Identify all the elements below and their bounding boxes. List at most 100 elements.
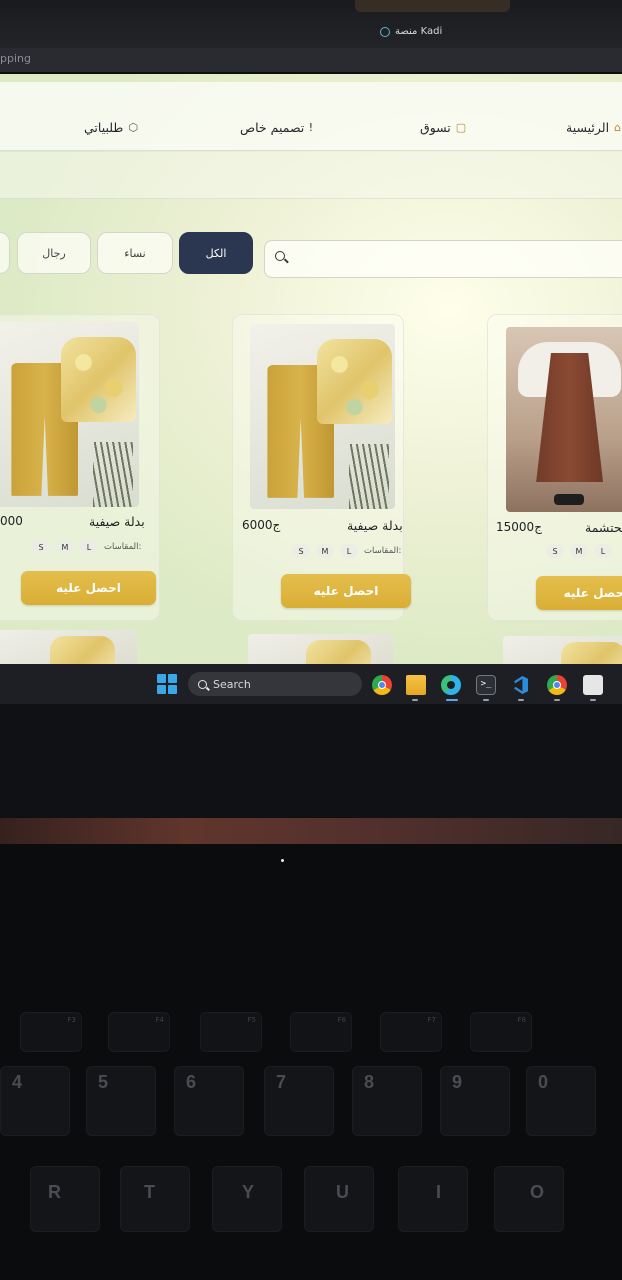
nav-home[interactable]: الرئيسية ⌂ [566,120,621,135]
product-name: محتشمة [585,520,622,535]
laptop-bezel [0,704,622,818]
size-chip-s[interactable]: S [32,540,50,554]
get-it-button[interactable]: احصل عليه [281,574,411,608]
key-o[interactable]: O [494,1166,564,1232]
edge-icon[interactable] [441,675,461,695]
key-f8[interactable]: F8 [470,1012,532,1052]
product-name: بدلة صيفية [89,514,145,529]
key-u[interactable]: U [304,1166,374,1232]
running-indicator [483,699,489,701]
taskbar-search-label: Search [213,677,251,691]
product-price: 6000ج [242,518,281,532]
filter-women[interactable]: نساء [97,232,173,274]
key-f3[interactable]: F3 [20,1012,82,1052]
product-name: بدلة صيفية [347,518,403,533]
nav-my-orders[interactable]: طلبياتي ⬡ [84,120,138,135]
size-options: S M L المقاسات: [32,540,141,554]
terminal-icon[interactable]: >_ [476,675,496,695]
shopping-bag-icon: ▢ [455,121,467,134]
size-chip-s[interactable]: S [546,544,564,558]
get-it-label: احصل عليه [313,584,379,598]
box-icon: ⬡ [128,121,138,134]
key-7[interactable]: 7 [264,1066,334,1136]
size-options: S M L المقاسات: [292,544,401,558]
active-indicator [446,699,458,701]
product-image-partial[interactable] [0,630,137,664]
window-title-text: منصة Kadi [395,26,443,37]
address-bar-text: pping [0,52,31,65]
sizes-label: المقاسات: [104,542,142,552]
size-chip-l[interactable]: L [594,544,612,558]
filter-all[interactable]: الكل [179,232,253,274]
key-4[interactable]: 4 [0,1066,70,1136]
product-image[interactable] [250,324,395,509]
react-logo-icon [380,26,390,37]
product-price: 000 [0,514,23,528]
camera-light [281,859,284,862]
filter-extra[interactable] [0,232,10,274]
product-price: 15000ج [496,520,542,534]
laptop-hinge-reflection [0,818,622,844]
running-indicator [518,699,524,701]
search-input[interactable] [264,240,622,278]
get-it-button[interactable]: احصل عليه [536,576,622,610]
get-it-label: احصل عليه [56,581,121,595]
address-bar[interactable]: pping [0,48,622,72]
tab-strip-hint [355,0,510,12]
key-i[interactable]: I [398,1166,468,1232]
vscode-icon[interactable] [511,675,531,695]
chrome-profile-icon[interactable] [547,675,567,695]
size-chip-m[interactable]: M [56,540,74,554]
key-6[interactable]: 6 [174,1066,244,1136]
product-image-partial[interactable] [248,634,393,664]
window-title: منصة Kadi [380,26,442,37]
size-chip-l[interactable]: L [340,544,358,558]
windows-start-icon[interactable] [157,674,177,694]
key-f6[interactable]: F6 [290,1012,352,1052]
filter-men[interactable]: رجال [17,232,91,274]
key-f7[interactable]: F7 [380,1012,442,1052]
size-chip-m[interactable]: M [316,544,334,558]
product-image[interactable] [506,327,622,512]
key-0[interactable]: 0 [526,1066,596,1136]
nav-shop[interactable]: تسوق ▢ [420,120,466,135]
size-chip-l[interactable]: L [80,540,98,554]
file-explorer-icon[interactable] [406,675,426,695]
running-indicator [412,699,418,701]
home-icon: ⌂ [614,121,622,134]
product-image[interactable] [0,322,139,507]
size-options: S M L [546,544,612,558]
key-r[interactable]: R [30,1166,100,1232]
product-image-partial[interactable] [503,636,622,664]
key-f4[interactable]: F4 [108,1012,170,1052]
key-y[interactable]: Y [212,1166,282,1232]
size-chip-m[interactable]: M [570,544,588,558]
windows-taskbar: Search >_ [0,664,622,704]
key-5[interactable]: 5 [86,1066,156,1136]
key-9[interactable]: 9 [440,1066,510,1136]
filter-men-label: رجال [42,246,66,260]
nav-custom-design-label: تصميم خاص [240,120,305,135]
sub-header [0,152,622,199]
site-navbar: الرئيسية ⌂ تسوق ▢ تصميم خاص ǃ طلبياتي ⬡ [0,82,622,151]
size-chip-s[interactable]: S [292,544,310,558]
nav-my-orders-label: طلبياتي [84,120,124,135]
nav-custom-design[interactable]: تصميم خاص ǃ [240,120,313,135]
chrome-icon[interactable] [372,675,392,695]
snipping-icon[interactable] [583,675,603,695]
search-icon [198,679,207,689]
key-8[interactable]: 8 [352,1066,422,1136]
running-indicator [590,699,596,701]
filter-women-label: نساء [124,246,146,260]
brush-icon: ǃ [309,121,313,134]
browser-title-bar: منصة Kadi [0,0,622,48]
search-icon [275,251,285,261]
taskbar-search[interactable]: Search [188,672,362,696]
nav-shop-label: تسوق [420,120,451,135]
get-it-label: احصل عليه [563,586,622,600]
key-t[interactable]: T [120,1166,190,1232]
key-f5[interactable]: F5 [200,1012,262,1052]
get-it-button[interactable]: احصل عليه [21,571,156,605]
filter-all-label: الكل [205,246,227,260]
running-indicator [554,699,560,701]
